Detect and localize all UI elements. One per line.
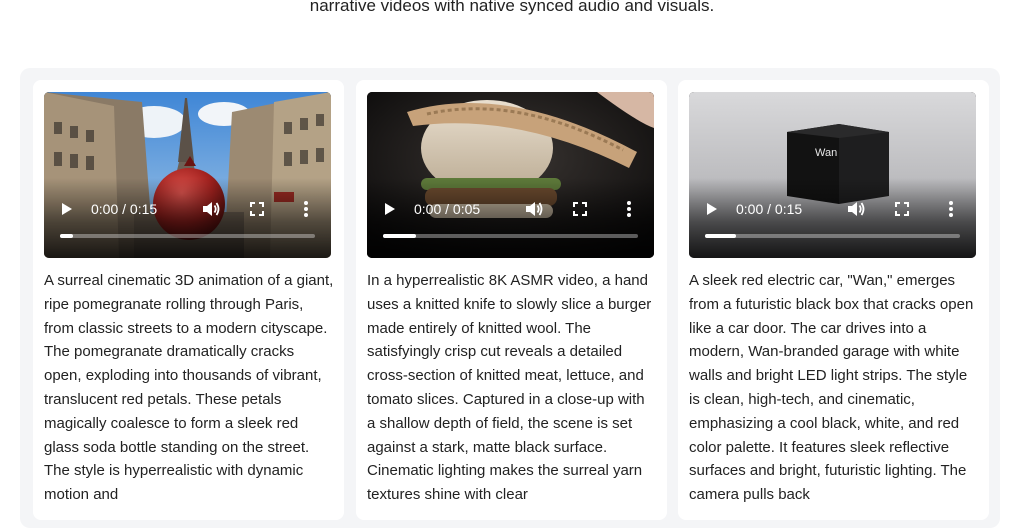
video-time: 0:00 / 0:15	[736, 201, 803, 217]
video-description: A surreal cinematic 3D animation of a gi…	[44, 272, 334, 504]
controls-gradient	[44, 178, 331, 258]
wan-logo-text: Wan	[815, 147, 837, 159]
video-time: 0:00 / 0:15	[91, 201, 158, 217]
progress-bar[interactable]	[705, 234, 960, 238]
video-card-pomegranate: 0:00 / 0:15 A surreal cinematic 3D anima…	[33, 80, 344, 520]
progress-bar[interactable]	[60, 234, 315, 238]
fullscreen-icon[interactable]	[250, 202, 264, 216]
play-button[interactable]	[60, 201, 74, 217]
progress-fill	[383, 234, 417, 238]
fullscreen-icon[interactable]	[573, 202, 587, 216]
video-player[interactable]: 0:00 / 0:05	[367, 92, 654, 258]
video-time: 0:00 / 0:05	[414, 201, 481, 217]
controls-gradient	[689, 178, 976, 258]
progress-fill	[60, 234, 73, 238]
section-subtitle: narrative videos with native synced audi…	[309, 0, 715, 15]
fullscreen-icon[interactable]	[895, 202, 909, 216]
more-options-icon[interactable]	[625, 200, 633, 218]
more-options-icon[interactable]	[302, 200, 310, 218]
video-description: In a hyperrealistic 8K ASMR video, a han…	[367, 272, 652, 504]
progress-fill	[705, 234, 736, 238]
progress-bar[interactable]	[383, 234, 638, 238]
volume-icon[interactable]	[525, 201, 543, 217]
play-button[interactable]	[705, 201, 719, 217]
video-description: A sleek red electric car, "Wan," emerges…	[689, 272, 974, 504]
play-button[interactable]	[383, 201, 397, 217]
video-card-knitted-burger: 0:00 / 0:05 In a hyperrealistic 8K ASMR …	[356, 80, 667, 520]
controls-gradient	[367, 178, 654, 258]
video-player[interactable]: Wan 0:00 / 0:15	[689, 92, 976, 258]
video-card-wan-car: Wan 0:00 / 0:15 A sleek red electric car…	[678, 80, 989, 520]
volume-icon[interactable]	[202, 201, 220, 217]
video-player[interactable]: 0:00 / 0:15	[44, 92, 331, 258]
volume-icon[interactable]	[847, 201, 865, 217]
more-options-icon[interactable]	[947, 200, 955, 218]
